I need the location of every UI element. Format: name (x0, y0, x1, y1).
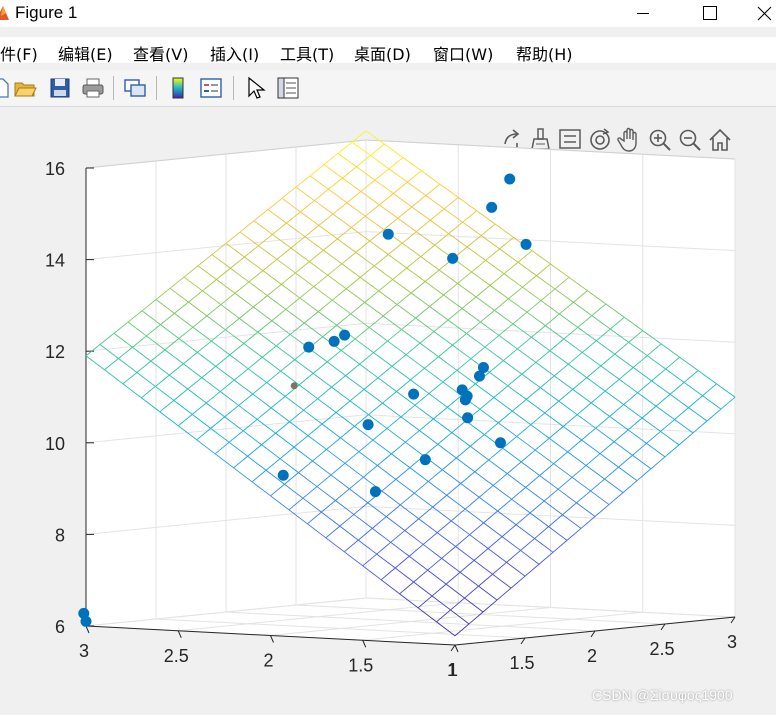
y-tick-label: 2.5 (164, 646, 189, 666)
x-tick-mark (520, 637, 526, 645)
watermark: CSDN @Σίσυφος1900 (592, 687, 733, 703)
z-tick-label: 16 (45, 159, 65, 179)
scatter-point[interactable] (328, 335, 340, 347)
z-tick-label: 6 (55, 617, 65, 637)
x-tick-mark (590, 630, 596, 638)
scatter-point[interactable] (504, 173, 516, 185)
scatter-point[interactable] (494, 437, 506, 449)
scatter-point[interactable] (277, 469, 289, 481)
scatter-point[interactable] (80, 615, 92, 627)
x-tick-label: 3 (727, 632, 737, 652)
scatter-point[interactable] (408, 388, 420, 400)
x-tick-mark (450, 644, 456, 652)
scatter-point[interactable] (419, 454, 431, 466)
z-tick-label: 14 (45, 251, 65, 271)
highlight-point[interactable] (290, 382, 298, 390)
scatter-point[interactable] (520, 238, 532, 250)
z-tick-label: 8 (55, 525, 65, 545)
z-tick-label: 12 (45, 342, 65, 362)
x-tick-label: 2.5 (649, 639, 674, 659)
y-tick-mark (270, 635, 274, 643)
scatter-point[interactable] (339, 329, 351, 341)
scatter-point[interactable] (369, 486, 381, 498)
y-tick-mark (85, 625, 90, 634)
scatter-point[interactable] (486, 201, 498, 213)
x-tick-mark (660, 623, 666, 631)
scatter-point[interactable] (473, 370, 485, 382)
scatter-point[interactable] (362, 419, 374, 431)
y-tick-mark (454, 644, 459, 653)
y-tick-label: 2 (263, 651, 273, 671)
scatter-point[interactable] (462, 412, 474, 424)
scatter-point[interactable] (447, 252, 459, 264)
plot-area[interactable]: 1 1.5 2 2.5 311.522.536810121416 (0, 0, 776, 715)
x-tick-label: 2 (587, 646, 597, 666)
y-tick-label: 1.5 (348, 655, 373, 675)
x-tick-mark (730, 616, 736, 624)
scatter-point[interactable] (303, 341, 315, 353)
scatter-point[interactable] (382, 228, 394, 240)
y-tick-mark (362, 640, 367, 648)
y-tick-mark (177, 630, 182, 638)
x-tick-label: 1.5 (509, 653, 534, 673)
z-tick-label: 10 (45, 434, 65, 454)
y-tick-label: 1 (448, 660, 458, 680)
scatter-point[interactable] (461, 390, 473, 402)
y-tick-label: 3 (79, 641, 89, 661)
